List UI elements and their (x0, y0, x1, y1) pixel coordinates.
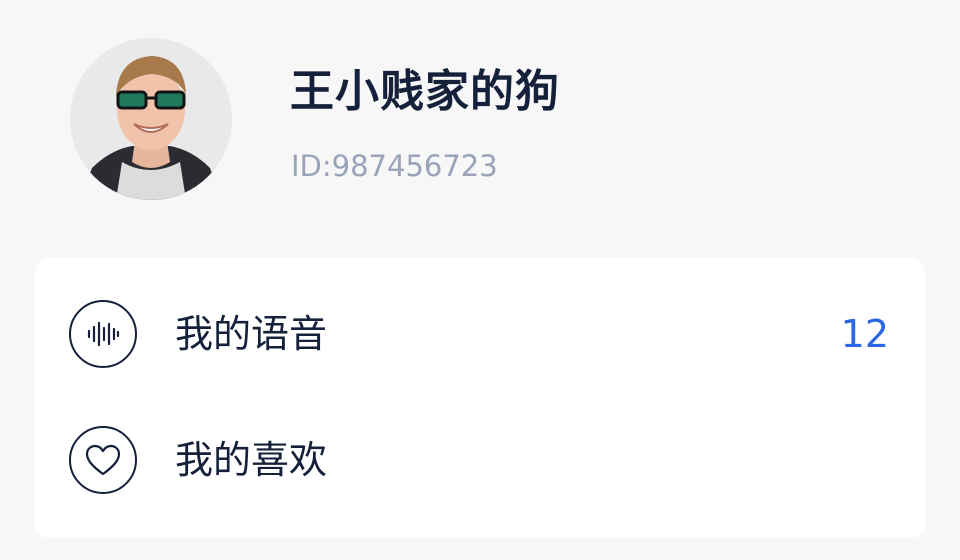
profile-page: 王小贱家的狗 ID:987456723 我的语音 12 我的喜欢 (0, 0, 960, 560)
avatar[interactable] (70, 38, 232, 200)
avatar-image (70, 38, 232, 200)
menu-item-my-likes[interactable]: 我的喜欢 (35, 396, 925, 524)
voice-wave-icon (69, 300, 137, 368)
menu-item-my-voice[interactable]: 我的语音 12 (35, 270, 925, 398)
heart-icon (69, 426, 137, 494)
menu-item-label: 我的语音 (175, 312, 328, 356)
menu-card: 我的语音 12 我的喜欢 (35, 258, 925, 538)
user-name: 王小贱家的狗 (290, 66, 560, 117)
menu-item-label: 我的喜欢 (175, 438, 328, 482)
profile-header: 王小贱家的狗 ID:987456723 (0, 0, 960, 240)
user-id: ID:987456723 (291, 149, 498, 183)
voice-count: 12 (840, 312, 889, 356)
